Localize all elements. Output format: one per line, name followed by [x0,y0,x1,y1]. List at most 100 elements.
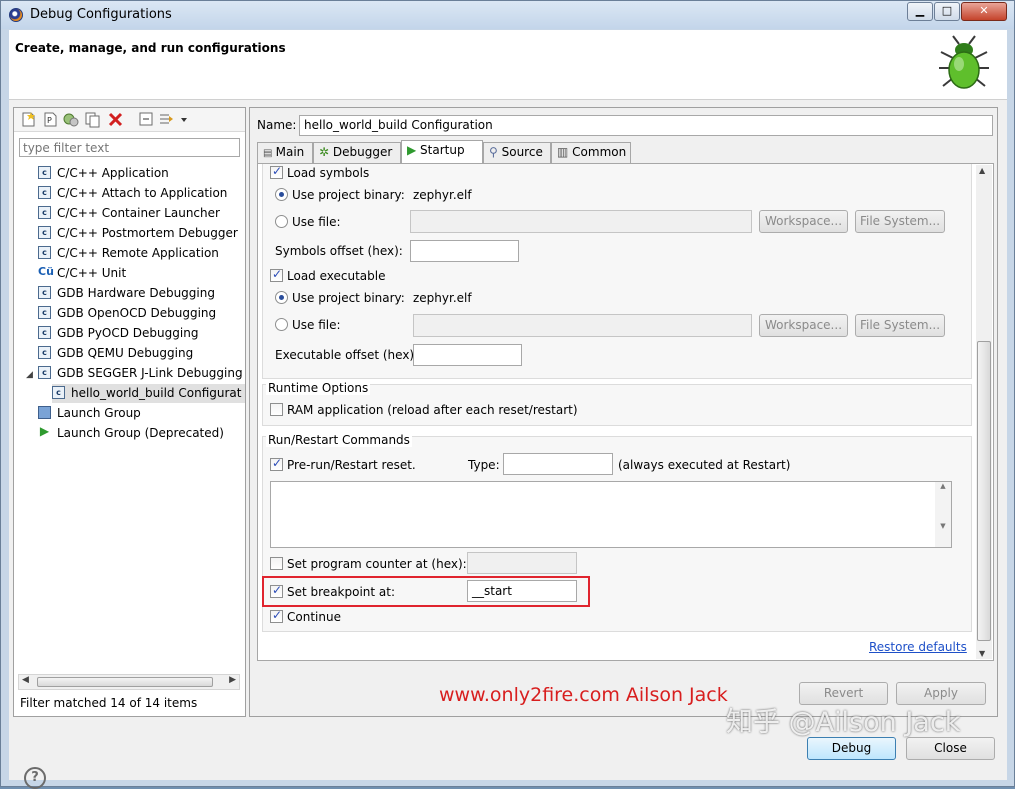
checkbox[interactable] [270,164,283,179]
scrollbar-thumb[interactable] [977,341,991,641]
tree-item-gdb-pyocd[interactable]: c GDB PyOCD Debugging [38,324,198,343]
radio[interactable] [275,318,288,331]
radio[interactable] [275,215,288,228]
symbols-use-project-binary-radio[interactable]: Use project binary: [275,188,405,202]
tab-main[interactable]: ▤ Main [257,142,313,163]
reset-type-input[interactable] [503,453,613,475]
checkbox[interactable] [270,583,283,598]
c-config-icon: c [52,386,65,399]
textarea-scrollbar[interactable]: ▲ ▼ [935,482,951,547]
tree-item-hello-world-build[interactable]: c hello_world_build Configurat [52,384,245,403]
scroll-left-icon[interactable]: ◀ [22,675,29,685]
filter-input[interactable] [19,138,240,157]
checkbox[interactable] [270,557,283,570]
checkbox[interactable] [270,456,283,471]
ram-application-checkbox[interactable]: RAM application (reload after each reset… [270,403,578,417]
exec-use-project-binary-radio[interactable]: Use project binary: [275,291,405,305]
filter-config-icon[interactable] [158,111,175,128]
scroll-up-icon[interactable]: ▲ [979,166,985,175]
tree-item-gdb-qemu[interactable]: c GDB QEMU Debugging [38,344,193,363]
executable-offset-input[interactable] [413,344,522,366]
symbols-use-file-radio[interactable]: Use file: [275,215,341,229]
run-restart-title: Run/Restart Commands [266,433,412,447]
window-title: Debug Configurations [30,7,172,22]
scroll-down-icon[interactable]: ▼ [979,649,985,658]
duplicate-config-icon[interactable] [84,111,101,128]
radio[interactable] [275,291,288,304]
exec-file-input[interactable] [413,314,752,337]
expand-arrow-icon[interactable]: ◢ [26,366,38,385]
debug-button[interactable]: Debug [807,737,896,760]
configuration-tree: c C/C++ Application c C/C++ Attach to Appl… [14,162,245,672]
tree-item-cpp-unit[interactable]: Cü C/C++ Unit [38,264,126,283]
tree-item-cpp-application[interactable]: c C/C++ Application [38,164,169,183]
checkbox[interactable] [270,403,283,416]
breakpoint-input[interactable]: __start [467,580,577,602]
export-config-icon[interactable] [62,111,79,128]
symbols-workspace-button[interactable]: Workspace... [759,210,848,233]
tree-item-gdb-hardware[interactable]: c GDB Hardware Debugging [38,284,215,303]
tree-item-cpp-container[interactable]: c C/C++ Container Launcher [38,204,220,223]
set-pc-checkbox[interactable]: Set program counter at (hex): [270,557,467,571]
tree-item-label: C/C++ Unit [57,266,127,280]
new-config-icon[interactable] [20,111,37,128]
exec-filesystem-button[interactable]: File System... [855,314,945,337]
symbols-file-input[interactable] [410,210,752,233]
config-name-input[interactable]: hello_world_build Configuration [299,115,993,136]
debug-configurations-window: Debug Configurations ▁ □ ✕ Create, manag… [0,0,1015,789]
c-config-icon: c [38,166,51,179]
prerun-reset-checkbox[interactable]: Pre-run/Restart reset. [270,456,416,472]
tree-item-launch-group-deprecated[interactable]: ▶ Launch Group (Deprecated) [38,424,224,443]
close-button[interactable]: Close [906,737,995,760]
tree-item-label: GDB OpenOCD Debugging [57,306,217,320]
minimize-button[interactable]: ▁ [907,2,933,21]
symbols-filesystem-button[interactable]: File System... [855,210,945,233]
pc-address-input[interactable] [467,552,577,574]
exec-workspace-button[interactable]: Workspace... [759,314,848,337]
tree-item-gdb-segger-jlink[interactable]: ◢ c GDB SEGGER J-Link Debugging [26,364,243,383]
play-icon: ▶ [39,424,50,438]
tree-item-launch-group[interactable]: Launch Group [38,404,141,423]
new-prototype-icon[interactable]: P [42,111,59,128]
checkbox[interactable] [270,267,283,282]
exec-binary-value: zephyr.elf [413,291,472,305]
tab-startup[interactable]: ▶ Startup [401,140,483,163]
tree-item-cpp-postmortem[interactable]: c C/C++ Postmortem Debugger [38,224,238,243]
scroll-right-icon[interactable]: ▶ [229,675,236,685]
restore-defaults-link[interactable]: Restore defaults [869,640,967,654]
checkbox-label: Load symbols [287,166,370,180]
close-window-button[interactable]: ✕ [961,2,1007,21]
scrollbar-thumb[interactable] [37,677,213,687]
tree-horizontal-scrollbar[interactable]: ◀ ▶ [18,674,240,690]
configuration-editor-pane: Name: hello_world_build Configuration ▤ … [249,107,998,717]
startup-tab-panel: Load symbols Use project binary: zephyr.… [257,163,994,661]
radio-label: Use project binary: [292,291,405,305]
tree-item-cpp-remote[interactable]: c C/C++ Remote Application [38,244,219,263]
help-icon[interactable]: ? [24,767,46,789]
maximize-button[interactable]: □ [934,2,960,21]
dialog-client: Create, manage, and run configurations P [9,30,1007,789]
view-menu-icon[interactable] [179,111,189,128]
tree-item-label: C/C++ Attach to Application [57,186,228,200]
radio[interactable] [275,188,288,201]
symbols-offset-input[interactable] [410,240,519,262]
checkbox[interactable] [270,608,283,623]
config-toolbar: P [14,108,245,132]
load-symbols-checkbox[interactable]: Load symbols [270,164,370,180]
tree-item-gdb-openocd[interactable]: c GDB OpenOCD Debugging [38,304,216,323]
load-executable-checkbox[interactable]: Load executable [270,267,385,283]
continue-checkbox[interactable]: Continue [270,608,341,624]
exec-use-file-radio[interactable]: Use file: [275,318,341,332]
site-watermark: www.only2fire.com Ailson Jack [439,684,728,706]
tab-debugger[interactable]: ✲ Debugger [313,142,401,163]
startup-vertical-scrollbar[interactable]: ▲ ▼ [976,165,992,659]
run-commands-textarea[interactable]: ▲ ▼ [270,481,952,548]
set-breakpoint-checkbox[interactable]: Set breakpoint at: [270,583,395,599]
delete-config-icon[interactable] [107,111,124,128]
unit-test-icon: Cü [38,265,54,278]
tab-source[interactable]: ⚲ Source [483,142,551,163]
tab-common[interactable]: ▥ Common [551,142,631,163]
tree-item-label: C/C++ Postmortem Debugger [57,226,238,240]
tree-item-cpp-attach[interactable]: c C/C++ Attach to Application [38,184,227,203]
collapse-all-icon[interactable] [138,111,155,128]
